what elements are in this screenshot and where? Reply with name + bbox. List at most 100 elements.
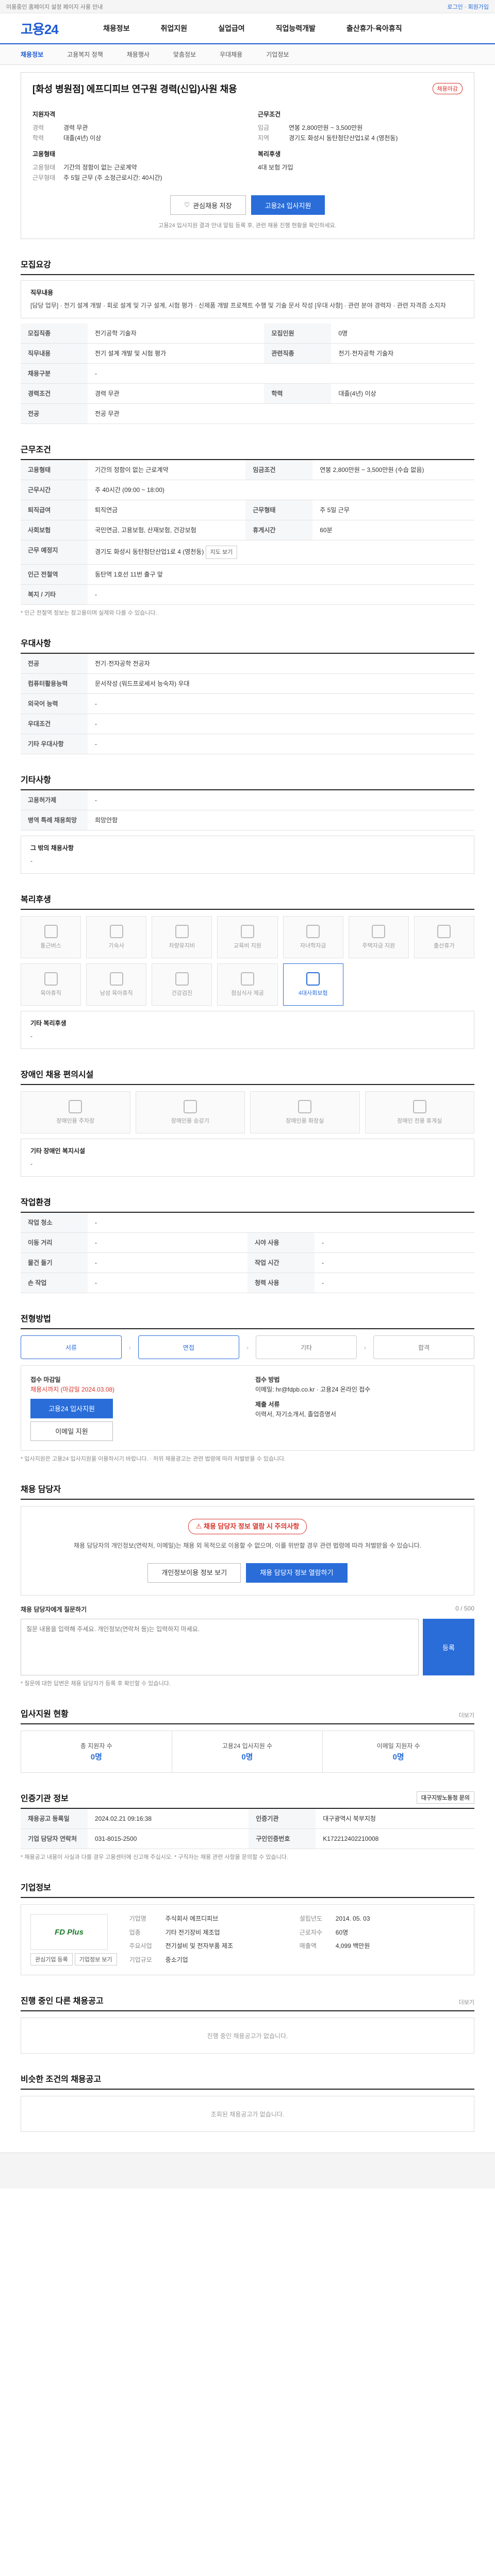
facility-label: 장애인용 주차장	[56, 1118, 95, 1124]
facility-label: 장애인용 승강기	[171, 1118, 209, 1124]
apply-email-button[interactable]: 이메일 지원	[30, 1421, 113, 1441]
table-value: 주 40시간 (09:00 ~ 18:00)	[88, 480, 474, 500]
duty-head: 직무내용	[30, 289, 54, 296]
apply-info: 접수 마감일 채용시까지 (마감일 2024.03.08) 고용24 입사지원 …	[21, 1365, 474, 1451]
etc-section: 기타사항 고용허가제 - 병역 특례 채용희망 희망안함 그 밖의 채용사항 -	[21, 773, 474, 874]
table-row: 사회보험 국민연금, 고용보험, 산재보험, 건강보험 휴게시간 60분	[21, 520, 474, 540]
kv-row: 고용형태 기간의 정함이 없는 근로계약	[32, 162, 237, 173]
table-value: 연봉 2,800만원 ~ 3,500만원 (수습 없음)	[312, 460, 474, 480]
company-logo-buttons: 관심기업 등록 기업정보 보기	[30, 1953, 117, 1965]
scrap-button-label: 관심채용 저장	[193, 201, 232, 210]
company-value: 주식회사 에프디피브	[165, 1915, 219, 1922]
qa-input[interactable]	[21, 1619, 419, 1675]
conditions-table: 고용형태 기간의 정함이 없는 근로계약 임금조건 연봉 2,800만원 ~ 3,50…	[21, 460, 474, 605]
apply-online-button[interactable]: 고용24 입사지원	[30, 1399, 113, 1418]
subnav-item-jobs[interactable]: 채용정보	[21, 50, 43, 59]
disabled-etc-box: 기타 장애인 복지시설 -	[21, 1139, 474, 1177]
company-fav-button[interactable]: 관심기업 등록	[30, 1953, 73, 1965]
section-title: 기타사항	[21, 773, 474, 790]
table-key: 청력 사용	[248, 1273, 315, 1293]
summary-head: 근무조건	[258, 111, 281, 118]
view-contact-button[interactable]: 채용 담당자 정보 열람하기	[246, 1563, 348, 1583]
subnav-item-prefer[interactable]: 우대채용	[220, 50, 242, 59]
section-title: 비슷한 조건의 채용공고	[21, 2072, 474, 2090]
privacy-info-button[interactable]: 개인정보이용 정보 보기	[147, 1563, 241, 1583]
section-title-text: 기타사항	[21, 776, 51, 785]
table-row: 근무 예정지 경기도 화성시 동탄첨단산업1로 4 (영천동) 지도 보기	[21, 540, 474, 565]
apply-button[interactable]: 고용24 입사지원	[251, 195, 325, 215]
other-more-link[interactable]: 더보기	[459, 1998, 474, 2006]
gnb-item-training[interactable]: 직업능력개발	[276, 23, 316, 33]
heart-icon: ♡	[184, 201, 190, 209]
disabled-grid: 장애인용 주차장 장애인용 승강기 장애인용 화장실 장애인 전용 휴게실	[21, 1091, 474, 1133]
info-table: 채용공고 등록일 2024.02.21 09:16:38 인증기관 대구광역시 북부지…	[21, 1809, 474, 1849]
table-key: 모집직종	[21, 324, 88, 344]
table-value: 기간의 정함이 없는 근로계약	[88, 460, 246, 480]
kv-key: 임금	[258, 124, 270, 131]
table-value: 동탄역 1호선 11번 출구 앞	[88, 564, 474, 585]
step-etc: 기타	[256, 1335, 357, 1359]
company-key: 설립년도	[299, 1915, 322, 1922]
table-key: 고용허가제	[21, 790, 88, 810]
subnav-item-company[interactable]: 기업정보	[266, 50, 289, 59]
map-button[interactable]: 지도 보기	[205, 546, 238, 559]
site-header: 고용24 채용정보 취업지원 실업급여 직업능력개발 출산휴가·육아휴직	[0, 13, 495, 44]
company-key: 주요사업	[129, 1942, 152, 1950]
scrap-button[interactable]: ♡ 관심채용 저장	[170, 195, 246, 215]
contact-buttons: 개인정보이용 정보 보기 채용 담당자 정보 열람하기	[34, 1563, 461, 1583]
subnav-item-events[interactable]: 채용행사	[127, 50, 150, 59]
top-utility-bar: 이용중인 홈페이지 설정 페이지 사용 안내 로그인 · 회원가입	[0, 0, 495, 13]
kv-value: 주 5일 근무 (주 소정근로시간: 40시간)	[63, 174, 162, 181]
meal-icon	[240, 972, 254, 986]
car-icon	[175, 925, 189, 938]
company-info-button[interactable]: 기업정보 보기	[74, 1953, 117, 1965]
parking-icon	[69, 1100, 82, 1113]
table-key: 근무 예정지	[21, 540, 88, 565]
warning-text: 채용 담당자의 개인정보(연락처, 이메일)는 채용 외 목적으로 이용할 수 …	[73, 1542, 422, 1549]
apply-method-head: 접수 방법	[255, 1376, 280, 1383]
login-link[interactable]: 로그인 · 회원가입	[447, 3, 489, 11]
qa-counter: 0 / 500	[455, 1605, 474, 1612]
info-contact-button[interactable]: 대구지방노동청 문의	[416, 1791, 474, 1804]
status-more-link[interactable]: 더보기	[459, 1711, 474, 1719]
table-row: 손 작업 - 청력 사용 -	[21, 1273, 474, 1293]
gnb-item-leave[interactable]: 출산휴가·육아휴직	[346, 23, 402, 33]
apply-notice: 고용24 입사지원 결과 안내 알림 등록 후, 관련 채용 진행 현황을 확인…	[158, 223, 337, 229]
table-value: 전공 무관	[88, 403, 474, 424]
kv-row: 4대 보험 가입	[258, 162, 463, 173]
table-row: 병역 특례 채용희망 희망안함	[21, 810, 474, 831]
table-row: 채용공고 등록일 2024.02.21 09:16:38 인증기관 대구광역시 북부지…	[21, 1809, 474, 1829]
subnav-item-custom[interactable]: 맞춤정보	[173, 50, 196, 59]
other-jobs-empty: 진행 중인 채용공고가 없습니다.	[21, 2018, 474, 2054]
table-key: 손 작업	[21, 1273, 88, 1293]
site-logo[interactable]: 고용24	[21, 19, 82, 38]
apply-doc-value: 이력서, 자기소개서, 졸업증명서	[255, 1411, 336, 1418]
welfare-label: 통근버스	[40, 943, 61, 949]
table-value: 전기공학 기술자	[88, 324, 265, 344]
welfare-label: 남성 육아휴직	[100, 990, 133, 996]
kv-row: 근무형태 주 5일 근무 (주 소정근로시간: 40시간)	[32, 173, 237, 183]
qa-submit-button[interactable]: 등록	[423, 1619, 474, 1675]
gnb-item-benefit[interactable]: 실업급여	[218, 23, 245, 33]
section-title: 입사지원 현황 더보기	[21, 1707, 474, 1724]
table-key: 직무내용	[21, 343, 88, 364]
welfare-item: 교육비 지원	[217, 916, 278, 958]
section-title: 채용 담당자	[21, 1482, 474, 1500]
toilet-icon	[298, 1100, 312, 1113]
step-pass: 합격	[373, 1335, 475, 1359]
subnav-item-policy[interactable]: 고용복지 정책	[67, 50, 103, 59]
gnb-item-jobs[interactable]: 채용정보	[103, 23, 130, 33]
table-value: -	[88, 1232, 248, 1253]
company-key: 기업명	[129, 1915, 146, 1922]
duty-box: 직무내용 [담당 업무] · 전기 설계 개발 · 회로 설계 및 기구 설계,…	[21, 280, 474, 318]
status-stats: 총 지원자 수 0명 고용24 입사지원 수 0명 이메일 지원자 수 0명	[21, 1731, 474, 1773]
etc-table: 고용허가제 - 병역 특례 채용희망 희망안함	[21, 790, 474, 831]
table-value: 주 5일 근무	[312, 500, 474, 520]
welfare-item: 차량유지비	[152, 916, 212, 958]
bus-icon	[44, 925, 58, 938]
welfare-label: 출산휴가	[434, 943, 455, 949]
table-key: 이동 거리	[21, 1232, 88, 1253]
gnb-item-support[interactable]: 취업지원	[161, 23, 188, 33]
table-value: 2024.02.21 09:16:38	[88, 1809, 249, 1829]
table-key: 컴퓨터활용능력	[21, 673, 88, 694]
